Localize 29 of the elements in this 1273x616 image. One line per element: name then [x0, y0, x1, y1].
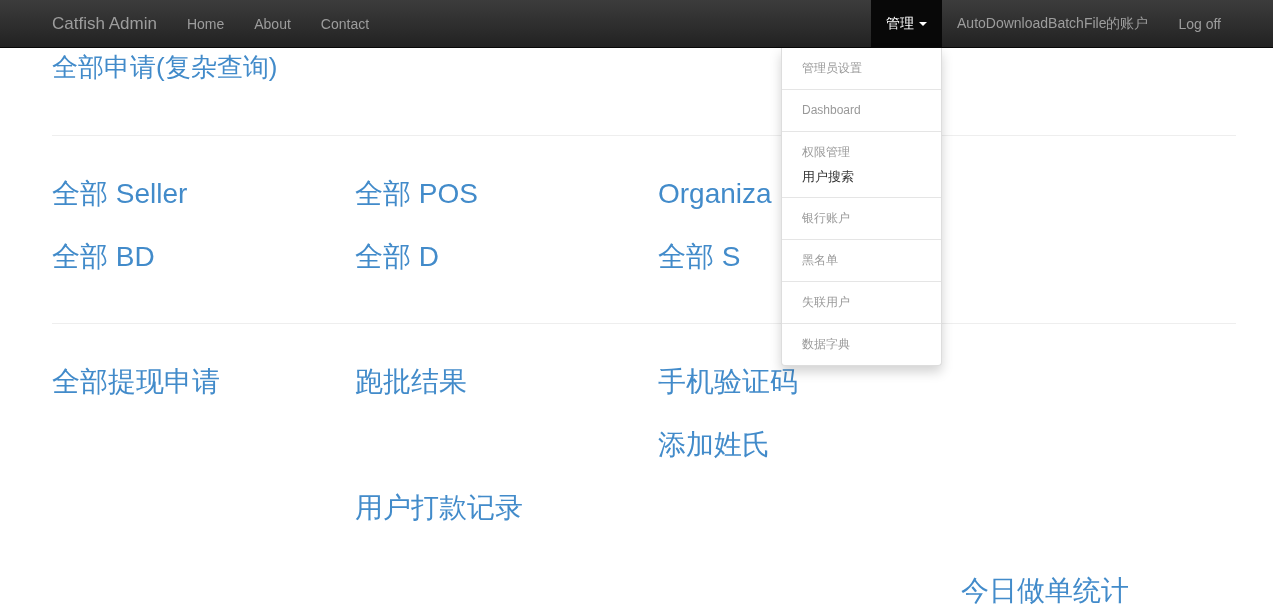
nav-link[interactable]: About [239, 0, 306, 47]
page-link[interactable]: Organiza [658, 177, 772, 209]
page-link[interactable]: 全部 D [355, 240, 439, 272]
menu-header: 数据字典 [802, 336, 850, 353]
menu-header: 银行账户 [802, 210, 850, 227]
page-link[interactable]: 全部提现申请 [52, 365, 220, 397]
page-link[interactable]: 今日做单统计 [961, 574, 1129, 606]
page-link[interactable]: 添加姓氏 [658, 428, 770, 460]
caret-icon [919, 21, 927, 26]
menu-header: Dashboard [802, 102, 861, 119]
page-link[interactable]: 全部 BD [52, 240, 155, 272]
page-link[interactable]: 全部 S [658, 240, 741, 272]
menu-header: 权限管理 [802, 144, 850, 161]
page-link[interactable]: 手机验证码 [658, 365, 798, 397]
nav-dropdown[interactable]: 管理 [871, 0, 942, 47]
brand-link[interactable]: Catfish Admin [52, 13, 157, 34]
page-link[interactable]: 全部 POS [355, 177, 478, 209]
page-link[interactable]: 跑批结果 [355, 365, 467, 397]
page-link[interactable]: 全部申请(复杂查询) [52, 51, 278, 82]
menu-header: 管理员设置 [802, 60, 862, 77]
page-link[interactable]: 用户打款记录 [355, 491, 523, 523]
menu-header: 失联用户 [802, 294, 850, 311]
nav-link[interactable]: Home [171, 0, 240, 47]
nav-link[interactable]: Contact [305, 0, 385, 47]
nav-link[interactable]: Log off [1163, 0, 1236, 47]
page-link[interactable]: 全部 Seller [52, 177, 188, 209]
menu-header: 黑名单 [802, 252, 838, 269]
nav-link[interactable]: AutoDownloadBatchFile的账户 [942, 0, 1164, 47]
menu-item[interactable]: 用户搜索 [802, 166, 854, 187]
